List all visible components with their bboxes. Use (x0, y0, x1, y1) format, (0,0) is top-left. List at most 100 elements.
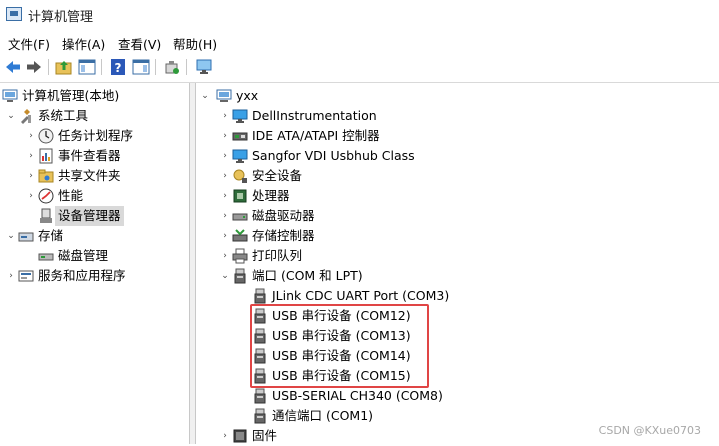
chevron-right-icon[interactable]: › (26, 146, 36, 166)
scan-hardware-button[interactable] (163, 58, 181, 76)
computer-management-app-icon (6, 7, 22, 21)
menu-action[interactable]: 操作(A) (62, 34, 105, 53)
menu-help[interactable]: 帮助(H) (173, 34, 217, 53)
chevron-right-icon[interactable]: › (220, 186, 230, 206)
toolbar: ? (0, 54, 719, 83)
device-node-label: 磁盘驱动器 (252, 208, 315, 223)
toolbar-separator (48, 59, 49, 75)
tree-node-label: 计算机管理(本地) (22, 88, 120, 103)
device-node-label: 固件 (252, 428, 278, 443)
chevron-right-icon[interactable]: › (220, 206, 230, 226)
properties-button[interactable] (195, 58, 213, 76)
chevron-right-icon[interactable]: › (220, 166, 230, 186)
tools-icon (18, 108, 34, 124)
menu-file[interactable]: 文件(F) (8, 34, 50, 53)
disk-icon (38, 248, 54, 264)
up-level-button[interactable] (55, 58, 73, 76)
device-node-label: DellInstrumentation (252, 108, 377, 123)
tree-node-label: 系统工具 (38, 108, 89, 123)
tree-node-label: 任务计划程序 (58, 128, 134, 143)
console-tree-icon (78, 58, 96, 76)
printer-icon (232, 248, 248, 264)
device-node-label: 通信端口 (COM1) (272, 408, 374, 423)
watermark: CSDN @KXue0703 (598, 424, 701, 437)
device-node-label: 处理器 (252, 188, 290, 203)
security-device-icon (232, 168, 248, 184)
storage-controller-icon (232, 228, 248, 244)
chevron-right-icon[interactable]: › (26, 166, 36, 186)
computer-icon (216, 88, 232, 104)
device-node-label: IDE ATA/ATAPI 控制器 (252, 128, 380, 143)
toolbar-separator (155, 59, 156, 75)
port-icon (252, 288, 268, 304)
performance-icon (38, 188, 54, 204)
chevron-right-icon[interactable]: › (26, 126, 36, 146)
title-bar: 计算机管理 (0, 0, 719, 30)
back-button[interactable] (4, 58, 22, 76)
svg-text:?: ? (115, 61, 122, 75)
device-node-label: 端口 (COM 和 LPT) (252, 268, 363, 283)
device-node-label: USB-SERIAL CH340 (COM8) (272, 388, 443, 403)
forward-button[interactable] (25, 58, 43, 76)
tree-node-label: 性能 (58, 188, 84, 203)
highlight-annotation-box (250, 304, 429, 388)
toolbar-separator (101, 59, 102, 75)
menu-view[interactable]: 查看(V) (118, 34, 161, 53)
chevron-right-icon[interactable]: › (26, 186, 36, 206)
toolbar-separator (186, 59, 187, 75)
chevron-right-icon[interactable]: › (220, 426, 230, 446)
chevron-right-icon[interactable]: › (6, 266, 16, 286)
monitor-icon (232, 108, 248, 124)
tree-node-label: 存储 (38, 228, 64, 243)
port-icon (252, 408, 268, 424)
device-node-label: JLink CDC UART Port (COM3) (272, 288, 450, 303)
help-icon: ? (109, 58, 127, 76)
tree-node-label: 事件查看器 (58, 148, 121, 163)
tree-node-label: 服务和应用程序 (38, 268, 126, 283)
tree-node-label: 设备管理器 (55, 206, 124, 226)
forward-arrow-icon (25, 58, 43, 76)
chevron-down-icon[interactable]: ⌄ (6, 226, 16, 246)
tree-node-label: 共享文件夹 (58, 168, 121, 183)
chevron-right-icon[interactable]: › (220, 126, 230, 146)
help-button[interactable]: ? (109, 58, 127, 76)
chevron-right-icon[interactable]: › (220, 106, 230, 126)
chevron-right-icon[interactable]: › (220, 146, 230, 166)
clock-icon (38, 128, 54, 144)
back-arrow-icon (4, 58, 22, 76)
processor-icon (232, 188, 248, 204)
action-pane-icon (132, 58, 150, 76)
show-hide-action-pane-button[interactable] (132, 58, 150, 76)
chevron-down-icon[interactable]: ⌄ (6, 106, 16, 126)
storage-icon (18, 228, 34, 244)
port-icon (232, 268, 248, 284)
window-title: 计算机管理 (28, 10, 94, 25)
port-icon (252, 388, 268, 404)
services-icon (18, 268, 34, 284)
firmware-icon (232, 428, 248, 444)
device-node-label: 安全设备 (252, 168, 303, 183)
disk-drive-icon (232, 208, 248, 224)
show-hide-console-tree-button[interactable] (78, 58, 96, 76)
ide-controller-icon (232, 128, 248, 144)
menu-bar: 文件(F) 操作(A) 查看(V) 帮助(H) (0, 32, 719, 52)
shared-folder-icon (38, 168, 54, 184)
folder-up-icon (55, 58, 73, 76)
computer-management-icon (2, 88, 18, 104)
device-node-label: Sangfor VDI Usbhub Class (252, 148, 415, 163)
monitor-icon (232, 148, 248, 164)
monitor-icon (195, 58, 213, 76)
device-node-label: yxx (236, 88, 259, 103)
chevron-down-icon[interactable]: ⌄ (220, 266, 230, 286)
device-manager-icon (38, 208, 54, 224)
device-node-label: 存储控制器 (252, 228, 315, 243)
chevron-down-icon[interactable]: ⌄ (200, 86, 210, 106)
device-node-label: 打印队列 (252, 248, 303, 263)
tree-node-label: 磁盘管理 (58, 248, 109, 263)
scan-hardware-icon (163, 58, 181, 76)
event-viewer-icon (38, 148, 54, 164)
chevron-right-icon[interactable]: › (220, 226, 230, 246)
console-tree-pane[interactable]: 计算机管理(本地) ⌄ 系统工具 › 任务计划程序 › 事件查看器 › 共享文件… (0, 83, 190, 444)
device-tree-pane[interactable]: ⌄ yxx › DellInstrumentation › IDE ATA/AT… (196, 83, 719, 444)
chevron-right-icon[interactable]: › (220, 246, 230, 266)
